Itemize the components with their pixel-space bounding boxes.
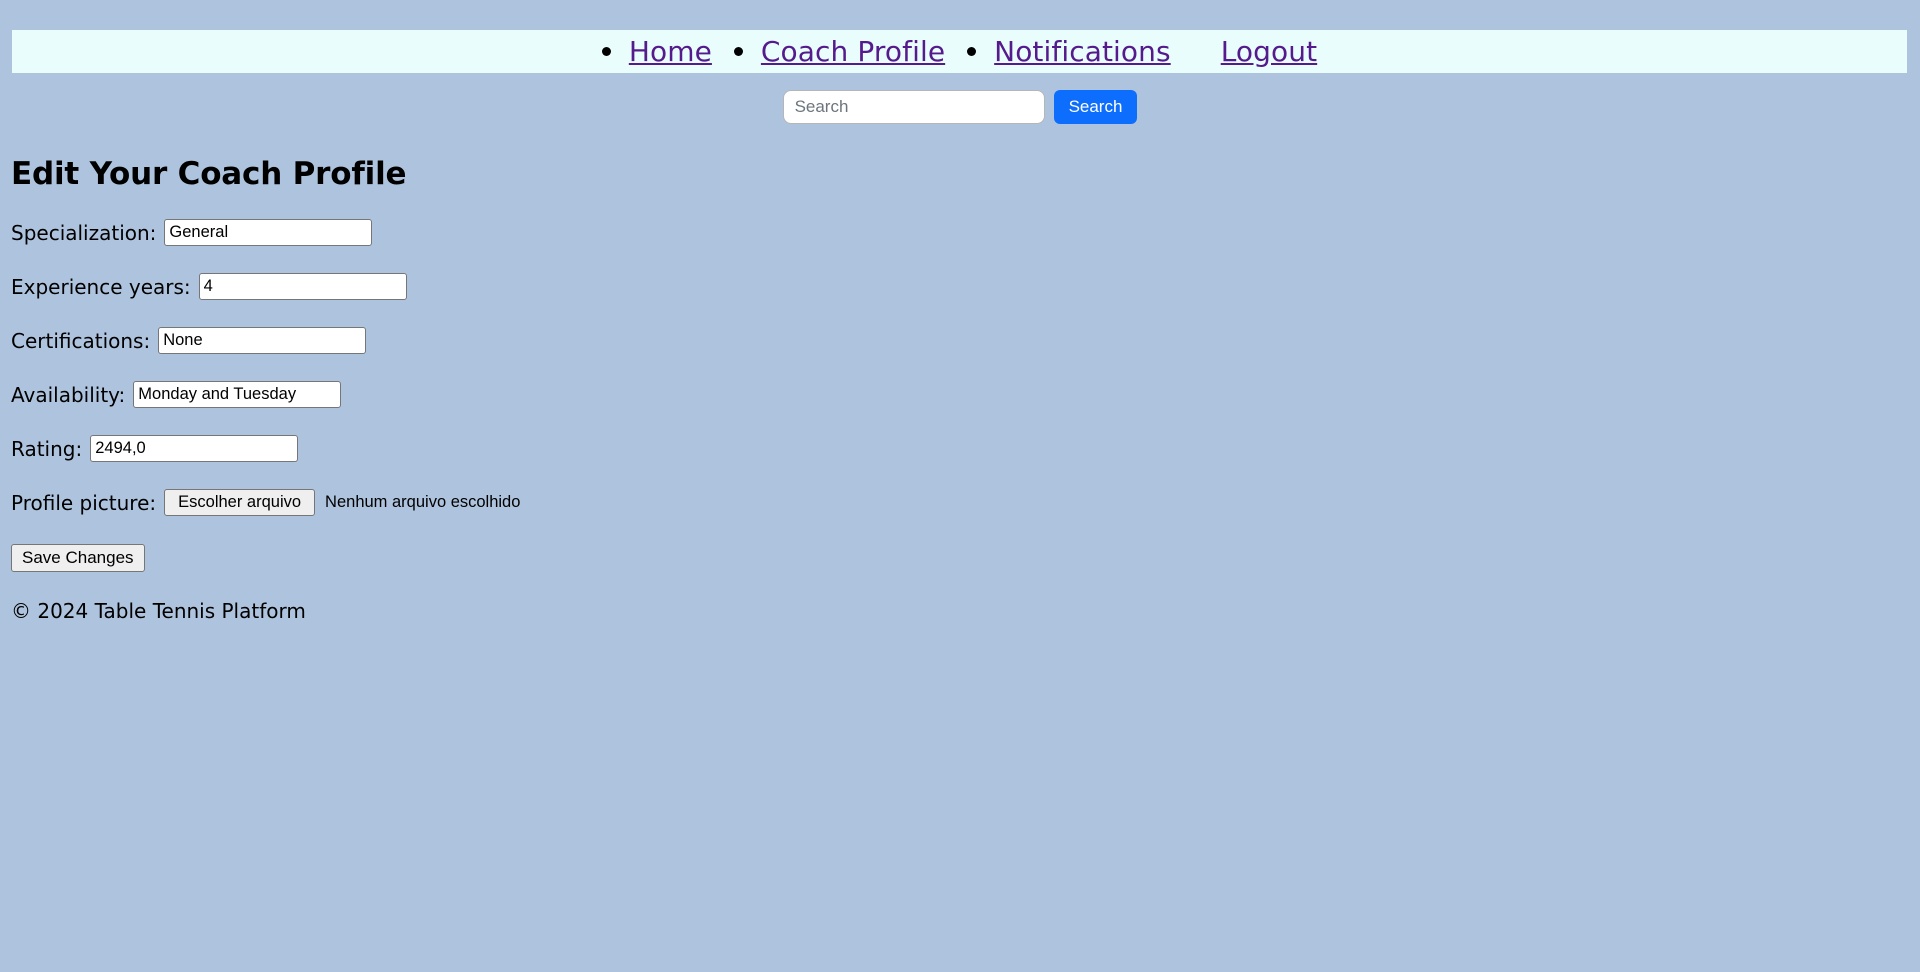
specialization-input[interactable] bbox=[164, 219, 373, 246]
field-row-rating: Rating: bbox=[11, 435, 1920, 462]
nav-item-logout[interactable]: Logout bbox=[1221, 37, 1317, 66]
page-title: Edit Your Coach Profile bbox=[11, 156, 407, 192]
experience-years-label: Experience years: bbox=[11, 274, 191, 299]
field-row-experience-years: Experience years: bbox=[11, 273, 1920, 300]
rating-label: Rating: bbox=[11, 436, 83, 461]
footer-copyright: © 2024 Table Tennis Platform bbox=[11, 599, 306, 623]
field-row-certifications: Certifications: bbox=[11, 327, 1920, 354]
coach-profile-form: Specialization: Experience years: Certif… bbox=[0, 219, 1920, 572]
experience-years-input[interactable] bbox=[198, 273, 407, 300]
field-row-specialization: Specialization: bbox=[11, 219, 1920, 246]
profile-picture-label: Profile picture: bbox=[11, 490, 157, 515]
nav-link-logout[interactable]: Logout bbox=[1221, 37, 1317, 66]
certifications-label: Certifications: bbox=[11, 328, 151, 353]
search-button[interactable]: Search bbox=[1053, 90, 1138, 124]
availability-label: Availability: bbox=[11, 382, 126, 407]
nav-item-home[interactable]: Home bbox=[601, 37, 712, 66]
choose-file-button[interactable]: Escolher arquivo bbox=[164, 489, 316, 516]
certifications-input[interactable] bbox=[158, 327, 367, 354]
field-row-availability: Availability: bbox=[11, 381, 1920, 408]
bullet-icon bbox=[733, 47, 743, 56]
specialization-label: Specialization: bbox=[11, 220, 157, 245]
bullet-icon bbox=[601, 47, 611, 56]
nav-link-coach-profile[interactable]: Coach Profile bbox=[761, 37, 945, 66]
field-row-profile-picture: Profile picture: Escolher arquivo Nenhum… bbox=[11, 489, 1920, 516]
nav-list: Home Coach Profile Notifications Logout bbox=[601, 37, 1317, 66]
nav-link-notifications[interactable]: Notifications bbox=[994, 37, 1171, 66]
nav-item-notifications[interactable]: Notifications bbox=[967, 37, 1171, 66]
search-input[interactable] bbox=[782, 90, 1045, 124]
bullet-icon bbox=[967, 47, 977, 56]
rating-input[interactable] bbox=[90, 435, 299, 462]
nav-link-home[interactable]: Home bbox=[629, 37, 712, 66]
file-status-text: Nenhum arquivo escolhido bbox=[325, 493, 521, 511]
main-navbar: Home Coach Profile Notifications Logout bbox=[12, 30, 1907, 73]
availability-input[interactable] bbox=[133, 381, 342, 408]
nav-item-coach-profile[interactable]: Coach Profile bbox=[733, 37, 945, 66]
search-bar: Search bbox=[0, 90, 1920, 124]
save-changes-button[interactable]: Save Changes bbox=[11, 544, 145, 572]
